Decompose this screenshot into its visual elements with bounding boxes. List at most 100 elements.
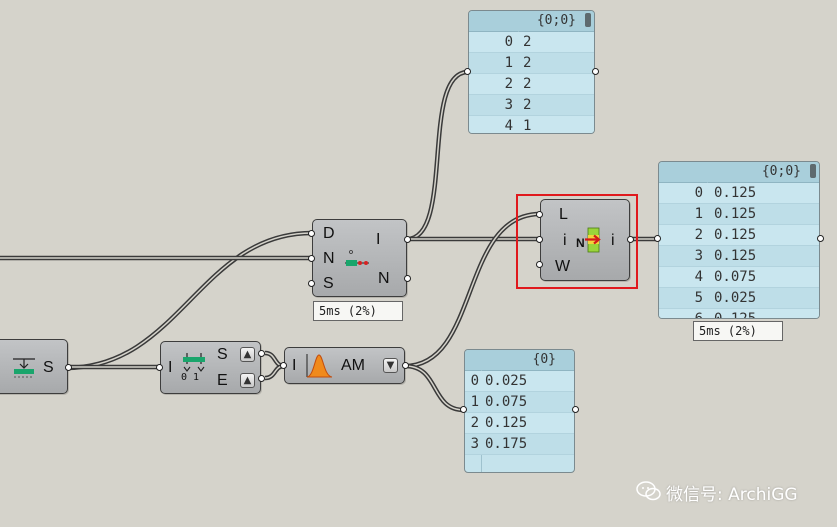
panel-row: 0 2 (469, 32, 594, 53)
divide-curve-icon (345, 250, 369, 266)
panel-row: 0 0.125 (659, 183, 819, 204)
panel-row: 0 0.025 (465, 371, 574, 392)
row-value: 2 (523, 55, 532, 71)
wire-divide-to-top-panel[interactable] (406, 69, 469, 242)
panel-right[interactable]: {0;0} 0 0.125 1 0.125 2 0.125 3 0.125 4 … (658, 161, 820, 319)
row-index: 0 (694, 185, 703, 201)
panel-row: 1 0.075 (465, 392, 574, 413)
bounds-output-e-up-arrow-icon[interactable]: ▲ (240, 373, 255, 388)
panel-bottom[interactable]: {0} 0 0.025 1 0.075 2 0.125 3 0.175 (464, 349, 575, 473)
panel-top[interactable]: {0;0} 0 2 1 2 2 2 3 2 4 1 (468, 10, 595, 134)
divide-output-port-n[interactable] (404, 275, 411, 282)
row-value: 0.175 (485, 436, 528, 452)
row-index: 3 (470, 436, 479, 452)
row-index: 2 (470, 415, 479, 431)
input-label-i: I (168, 359, 173, 376)
wechat-icon (636, 481, 661, 501)
row-index: 6 (694, 311, 703, 319)
panel-row: 3 0.175 (465, 434, 574, 455)
panel-bottom-input-port[interactable] (460, 406, 467, 413)
divide-timing-label: 5ms (2%) (313, 301, 403, 321)
panel-row: 3 0.125 (659, 246, 819, 267)
panel-row: 2 0.125 (659, 225, 819, 246)
panel-path: {0;0} (659, 162, 819, 183)
row-index: 5 (694, 290, 703, 306)
panel-scrollbar[interactable] (810, 164, 816, 178)
row-index: 3 (504, 97, 513, 113)
output-label-e: E (217, 372, 228, 389)
row-value: 0.125 (714, 227, 757, 243)
panel-top-input-port[interactable] (464, 68, 471, 75)
panel-row: 2 0.125 (465, 413, 574, 434)
row-index: 1 (694, 206, 703, 222)
panel-row: 5 0.025 (659, 288, 819, 309)
row-index: 0 (504, 34, 513, 50)
panel-row: 1 2 (469, 53, 594, 74)
graph-mapper-component[interactable]: I AM ▼ (284, 347, 405, 384)
row-value: 0.075 (714, 269, 757, 285)
row-index: 1 (504, 55, 513, 71)
row-value: 1 (523, 118, 532, 134)
row-value: 0.125 (485, 415, 528, 431)
row-value: 0.125 (714, 248, 757, 264)
input-label-n: N (323, 250, 335, 267)
divide-output-port-i[interactable] (404, 236, 411, 243)
bounds-component[interactable]: I S E 0 1 ▲ ▲ (160, 341, 261, 394)
divide-input-port-n[interactable] (308, 255, 315, 262)
row-index: 2 (504, 76, 513, 92)
output-label-s: S (43, 359, 54, 376)
row-index: 0 (470, 373, 479, 389)
graph-output-port[interactable] (402, 362, 409, 369)
row-index: 2 (694, 227, 703, 243)
panel-right-timing-label: 5ms (2%) (693, 321, 783, 341)
graph-label-am: AM (341, 357, 365, 374)
row-value: 0.025 (714, 290, 757, 306)
panel-row: 3 2 (469, 95, 594, 116)
panel-row: 4 0.075 (659, 267, 819, 288)
input-label-s: S (323, 275, 334, 292)
input-label-d: D (323, 225, 335, 242)
panel-scrollbar[interactable] (585, 13, 591, 27)
row-value: 0.025 (485, 373, 528, 389)
row-index: 3 (694, 248, 703, 264)
panel-row: 1 0.125 (659, 204, 819, 225)
divide-input-port-d[interactable] (308, 230, 315, 237)
bounds-output-port-e[interactable] (258, 375, 265, 382)
row-index: 1 (470, 394, 479, 410)
row-value: 0.125 (714, 311, 757, 319)
watermark-text: 微信号: ArchiGG (666, 485, 798, 505)
bounds-input-port-i[interactable] (156, 364, 163, 371)
list-item-highlight-box (516, 194, 638, 289)
panel-bottom-output-port[interactable] (572, 406, 579, 413)
panel-top-output-port[interactable] (592, 68, 599, 75)
input-label-i: I (292, 357, 297, 374)
panel-path: {0;0} (469, 11, 594, 32)
grasshopper-canvas[interactable]: {0;0} 0 2 1 2 2 2 3 2 4 1 {0;0} 0 0.125 … (0, 0, 837, 527)
graph-input-port-i[interactable] (280, 362, 287, 369)
panel-path: {0} (465, 350, 574, 371)
row-index: 4 (694, 269, 703, 285)
series-component[interactable]: S (0, 339, 68, 394)
row-value: 0.125 (714, 206, 757, 222)
bounds-icon-digits: 0 1 (181, 372, 200, 383)
series-output-port-s[interactable] (65, 364, 72, 371)
panel-row: 2 2 (469, 74, 594, 95)
bounds-output-port-s[interactable] (258, 350, 265, 357)
divide-component[interactable]: D N S I N (312, 219, 407, 297)
output-label-s: S (217, 346, 228, 363)
bell-curve-graph-icon (306, 354, 333, 378)
wire-graph-to-bottom-panel[interactable] (404, 363, 465, 413)
bounds-output-s-up-arrow-icon[interactable]: ▲ (240, 347, 255, 362)
panel-right-output-port[interactable] (817, 235, 824, 242)
series-icon (13, 358, 35, 378)
panel-row: 6 0.125 (659, 309, 819, 319)
output-label-n: N (378, 270, 390, 287)
graph-menu-down-arrow-icon[interactable]: ▼ (383, 358, 398, 373)
row-value: 2 (523, 76, 532, 92)
row-value: 2 (523, 97, 532, 113)
panel-right-input-port[interactable] (654, 235, 661, 242)
row-index: 4 (504, 118, 513, 134)
row-value: 0.075 (485, 394, 528, 410)
divide-input-port-s[interactable] (308, 280, 315, 287)
output-label-i: I (376, 231, 381, 248)
